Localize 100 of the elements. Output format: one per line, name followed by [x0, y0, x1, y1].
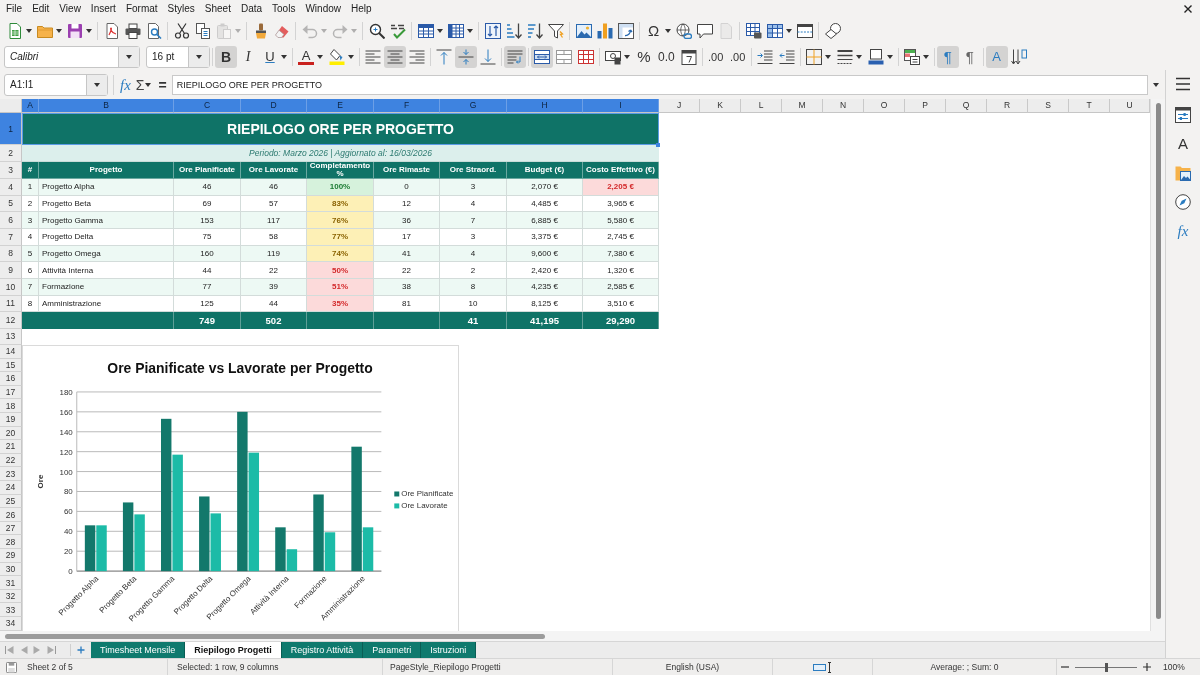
- menu-item[interactable]: File: [6, 2, 23, 16]
- row-header[interactable]: 23: [0, 467, 22, 481]
- column-header[interactable]: N: [823, 99, 864, 113]
- column-header[interactable]: J: [659, 99, 700, 113]
- column-header[interactable]: T: [1069, 99, 1110, 113]
- styles-button[interactable]: A: [1178, 136, 1188, 152]
- hyperlink-button[interactable]: [675, 22, 692, 39]
- conditional-format-button[interactable]: [903, 48, 929, 65]
- row-header[interactable]: 18: [0, 399, 22, 413]
- column-header[interactable]: A: [22, 99, 39, 113]
- column-header[interactable]: M: [782, 99, 823, 113]
- row-header[interactable]: 9: [0, 262, 22, 279]
- menu-item[interactable]: Insert: [90, 2, 116, 16]
- font-name-box[interactable]: Calibri: [4, 45, 140, 68]
- decrease-indent-button[interactable]: [778, 48, 795, 65]
- unmerge-cells-button[interactable]: [578, 48, 594, 65]
- column-header[interactable]: Q: [946, 99, 987, 113]
- row-header[interactable]: 31: [0, 576, 22, 590]
- document-status-icon[interactable]: [6, 661, 17, 673]
- comment-button[interactable]: [696, 22, 713, 39]
- column-header[interactable]: U: [1110, 99, 1150, 113]
- row-header[interactable]: 4: [0, 179, 22, 196]
- row-header[interactable]: 12: [0, 312, 22, 329]
- merge-center-button[interactable]: [531, 45, 553, 68]
- formula-input[interactable]: RIEPILOGO ORE PER PROGETTO: [171, 74, 1148, 95]
- row-header[interactable]: 16: [0, 372, 22, 386]
- menu-item[interactable]: Styles: [167, 2, 195, 16]
- highlighting-button[interactable]: [329, 48, 354, 65]
- date-format-button[interactable]: [680, 48, 697, 65]
- wrap-text-button[interactable]: [504, 45, 526, 68]
- underline-button[interactable]: U: [262, 48, 287, 65]
- functions-button[interactable]: fx: [1177, 223, 1189, 239]
- sort-ascending-button[interactable]: [505, 22, 522, 39]
- menu-item[interactable]: Tools: [272, 2, 296, 16]
- special-character-button[interactable]: Ω: [645, 22, 671, 39]
- column-header[interactable]: H: [507, 99, 583, 113]
- menu-item[interactable]: Help: [351, 2, 372, 16]
- column-header[interactable]: D: [241, 99, 307, 113]
- save-button[interactable]: [66, 22, 92, 39]
- find-replace-button[interactable]: [368, 22, 385, 39]
- row-header[interactable]: 29: [0, 549, 22, 563]
- number-format-button[interactable]: 0.0: [658, 48, 675, 65]
- caret-icon[interactable]: [1153, 82, 1159, 87]
- delete-decimal-button[interactable]: .00: [729, 48, 746, 65]
- column-button[interactable]: [447, 22, 473, 39]
- picture-folder-icon[interactable]: [1175, 165, 1191, 181]
- sheet-tab[interactable]: Timesheet Mensile: [91, 642, 186, 658]
- menu-item[interactable]: Edit: [32, 2, 50, 16]
- split-window-button[interactable]: [796, 22, 813, 39]
- insert-image-button[interactable]: [575, 22, 592, 39]
- language-indicator[interactable]: English (USA): [612, 659, 772, 675]
- sort-button[interactable]: [484, 22, 501, 39]
- menu-icon[interactable]: [1175, 76, 1191, 92]
- font-size-box[interactable]: 16 pt: [146, 45, 210, 68]
- align-center-button[interactable]: [384, 45, 406, 68]
- dropdown-button[interactable]: [86, 74, 107, 95]
- increase-indent-button[interactable]: [756, 48, 773, 65]
- selection-mode-icon[interactable]: [812, 661, 833, 673]
- dropdown-button[interactable]: [188, 46, 209, 67]
- row-header[interactable]: 6: [0, 212, 22, 229]
- autofilter-button[interactable]: [547, 22, 564, 39]
- sheet-tab[interactable]: Parametri: [363, 642, 422, 658]
- merge-cells-button[interactable]: [556, 48, 572, 65]
- row-header[interactable]: 33: [0, 603, 22, 618]
- font-color-button[interactable]: A: [298, 48, 323, 65]
- freeze-cells-button[interactable]: [766, 22, 792, 39]
- row-header[interactable]: 24: [0, 481, 22, 495]
- add-decimal-button[interactable]: .00: [707, 48, 724, 65]
- cut-button[interactable]: [173, 22, 190, 39]
- properties-icon[interactable]: [1175, 107, 1191, 123]
- sheet-tab[interactable]: Registro Attività: [281, 642, 364, 658]
- row-header[interactable]: 3: [0, 162, 22, 179]
- column-header[interactable]: B: [39, 99, 174, 113]
- column-header[interactable]: I: [583, 99, 659, 113]
- page-style[interactable]: PageStyle_Riepilogo Progetti: [382, 659, 612, 675]
- spelling-button[interactable]: [389, 22, 406, 39]
- bold-button[interactable]: B: [215, 45, 237, 68]
- row-header[interactable]: 28: [0, 535, 22, 550]
- row-header[interactable]: 26: [0, 508, 22, 522]
- draw-functions-button[interactable]: [824, 22, 841, 39]
- close-icon[interactable]: [1184, 5, 1192, 13]
- sheet-tab[interactable]: Istruzioni: [421, 642, 477, 658]
- new-button[interactable]: [6, 22, 32, 39]
- print-area-button[interactable]: [745, 22, 762, 39]
- row-header[interactable]: 21: [0, 440, 22, 454]
- row-header[interactable]: 2: [0, 145, 22, 162]
- border-color-button[interactable]: [867, 48, 893, 65]
- column-header[interactable]: S: [1028, 99, 1069, 113]
- column-header[interactable]: G: [440, 99, 507, 113]
- scrollbar-thumb[interactable]: [5, 633, 545, 639]
- borders-button[interactable]: [805, 48, 831, 65]
- minus-icon[interactable]: [1061, 663, 1069, 671]
- export-pdf-button[interactable]: [103, 22, 120, 39]
- row-button[interactable]: [417, 22, 443, 39]
- dropdown-button[interactable]: [118, 46, 139, 67]
- selection-handle-icon[interactable]: [656, 143, 660, 147]
- align-middle-button[interactable]: [455, 45, 477, 68]
- currency-format-button[interactable]: [605, 48, 630, 65]
- scrollbar-thumb[interactable]: [1155, 103, 1161, 619]
- pivot-table-button[interactable]: [617, 22, 634, 39]
